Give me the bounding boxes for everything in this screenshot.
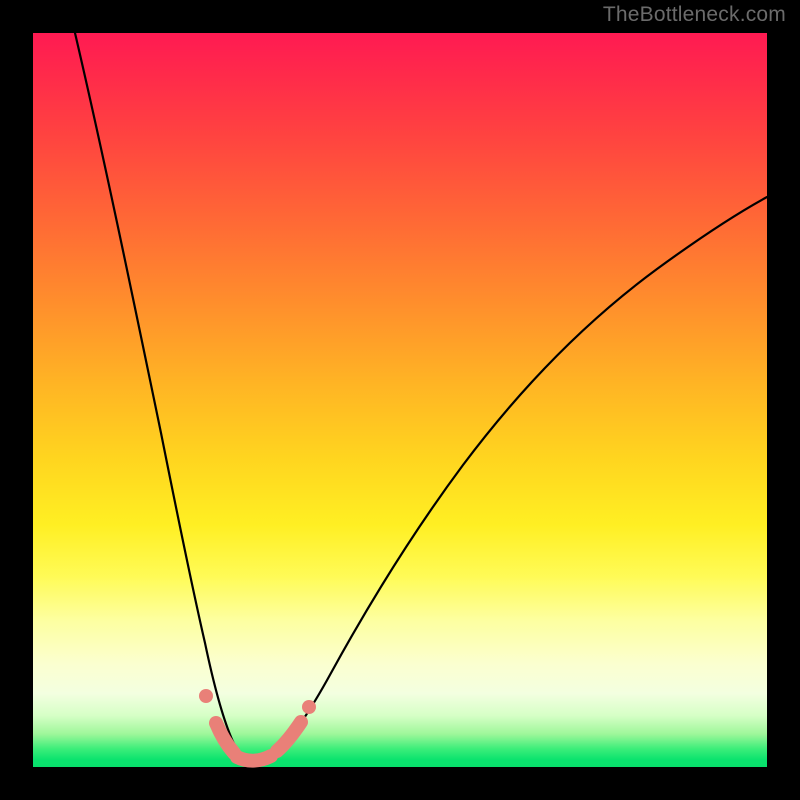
curve-right-arm xyxy=(246,197,767,760)
curve-svg xyxy=(33,33,767,767)
marker-seg-right xyxy=(277,722,301,751)
watermark-text: TheBottleneck.com xyxy=(603,3,786,27)
chart-frame: TheBottleneck.com xyxy=(0,0,800,800)
marker-seg-left xyxy=(216,723,234,753)
marker-seg-trough xyxy=(237,756,271,761)
plot-area xyxy=(33,33,767,767)
curve-left-arm xyxy=(75,33,246,759)
marker-dot xyxy=(199,689,213,703)
marker-dot xyxy=(302,700,316,714)
